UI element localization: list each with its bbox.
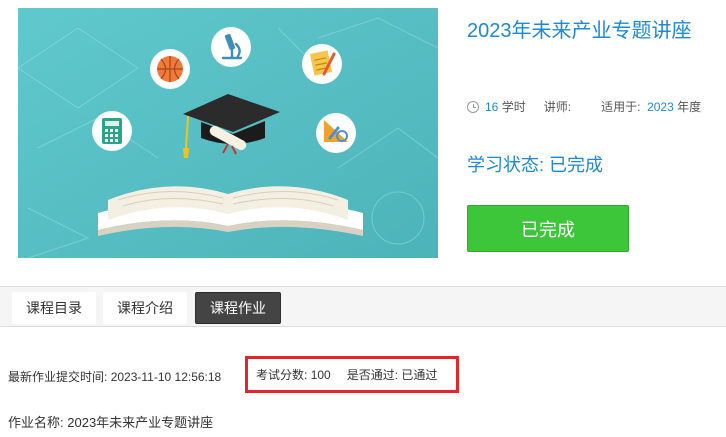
lecturer-label: 讲师: bbox=[543, 100, 572, 114]
applies-year: 2023 bbox=[647, 99, 674, 114]
course-tabs: 课程目录 课程介绍 课程作业 bbox=[0, 287, 726, 327]
course-banner bbox=[18, 8, 438, 258]
notepad-icon bbox=[302, 44, 342, 84]
microscope-icon bbox=[211, 27, 251, 67]
completed-button[interactable]: 已完成 bbox=[467, 205, 629, 252]
pass-value: 已通过 bbox=[401, 368, 438, 382]
tab-course-catalog[interactable]: 课程目录 bbox=[12, 292, 96, 324]
status-label: 学习状态: bbox=[467, 155, 545, 175]
basketball-icon bbox=[150, 49, 190, 89]
course-title: 2023年未来产业专题讲座 bbox=[467, 20, 692, 42]
submit-time-label: 最新作业提交时间: bbox=[8, 370, 108, 384]
tab-course-intro[interactable]: 课程介绍 bbox=[103, 292, 187, 324]
score-label: 考试分数: bbox=[256, 368, 308, 382]
calculator-icon bbox=[92, 111, 132, 151]
assignment-name-value: 2023年未来产业专题讲座 bbox=[67, 415, 214, 430]
assignment-name-label: 作业名称: bbox=[8, 415, 64, 430]
submit-time: 最新作业提交时间: 2023-11-10 12:56:18 bbox=[8, 368, 221, 385]
protractor-icon bbox=[316, 113, 356, 153]
open-book-icon bbox=[98, 186, 363, 236]
applies-label: 适用于: bbox=[601, 100, 641, 114]
submit-time-value: 2023-11-10 12:56:18 bbox=[110, 370, 222, 384]
score-highlight: 考试分数: 100 是否通过: 已通过 bbox=[245, 356, 459, 393]
applies-unit: 年度 bbox=[677, 100, 702, 114]
hours-value: 16 bbox=[485, 99, 499, 114]
clock-icon bbox=[467, 100, 479, 113]
study-status: 学习状态: 已完成 bbox=[467, 151, 603, 177]
assignment-name: 作业名称: 2023年未来产业专题讲座 bbox=[8, 412, 213, 431]
status-value: 已完成 bbox=[549, 155, 604, 175]
tab-course-homework[interactable]: 课程作业 bbox=[195, 292, 281, 324]
hours-unit: 学时 bbox=[501, 100, 526, 114]
pass-label: 是否通过: bbox=[346, 368, 399, 382]
course-meta: 16 学时 讲师: 适用于: 2023 年度 bbox=[467, 98, 701, 115]
score-value: 100 bbox=[310, 367, 331, 382]
